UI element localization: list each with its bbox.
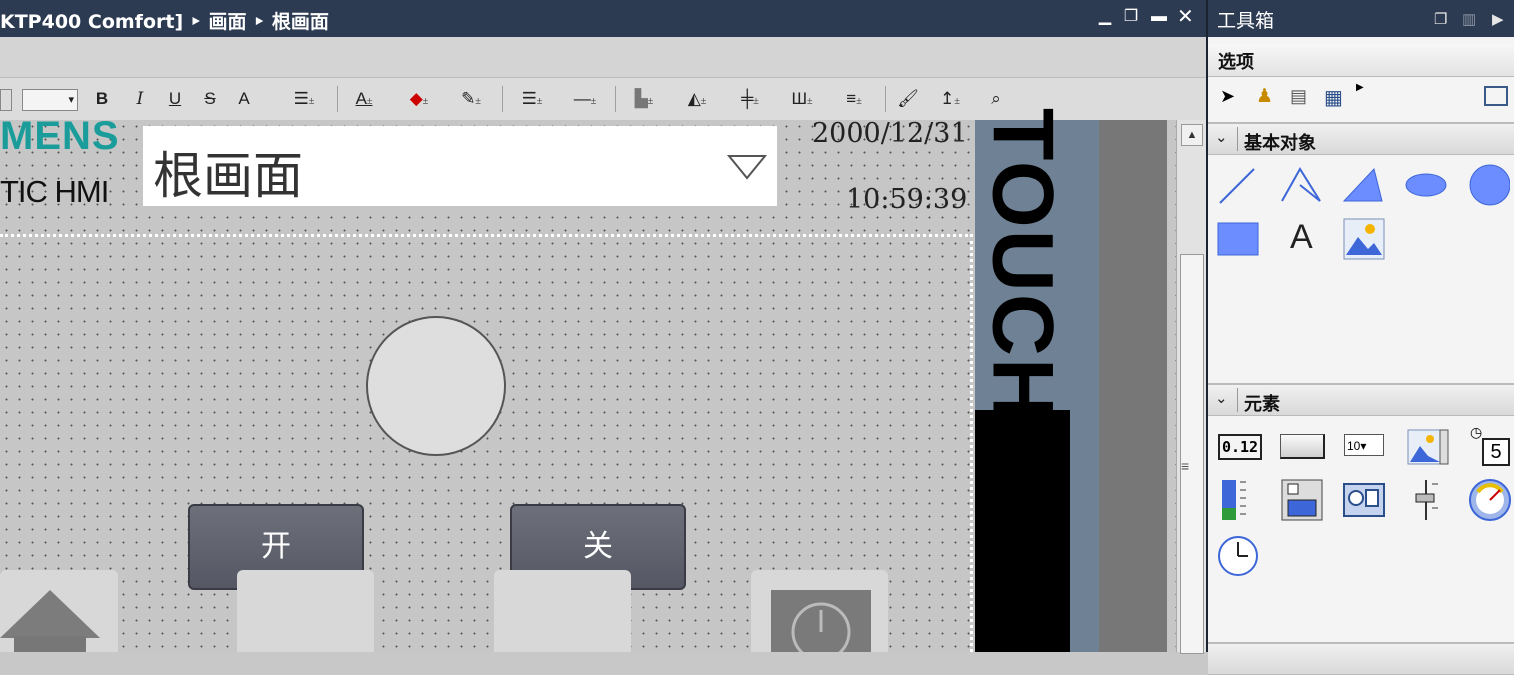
align-objects-icon[interactable]: ▙± [622, 88, 666, 110]
editor-title-bar: KTP400 Comfort] ‣ 画面 ‣ 根画面 ▁ ❐ ▬ ✕ [0, 0, 1206, 37]
scroll-thumb[interactable] [1180, 254, 1204, 654]
center-icon[interactable]: ╪± [728, 88, 772, 110]
properties-icon[interactable]: ▤ [1290, 86, 1307, 107]
line-width-icon[interactable]: ☰± [510, 88, 554, 110]
distribute-icon[interactable]: Ш± [780, 88, 824, 110]
toolbar-separator [502, 86, 503, 112]
toolbox-title-bar: 工具箱 ❐ ▥ ▶ [1208, 0, 1514, 37]
function-key-2[interactable] [237, 570, 374, 652]
circle-icon[interactable] [1466, 163, 1510, 207]
table-view-icon[interactable]: ▦ [1324, 85, 1343, 110]
slider-icon[interactable] [1406, 478, 1450, 522]
layer-order-icon[interactable]: ≡± [832, 88, 876, 110]
line-color-icon[interactable]: ✎± [450, 88, 492, 110]
time-display: 10:59:39 [846, 184, 968, 215]
line-style-icon[interactable]: —± [563, 88, 607, 110]
graphic-view-icon[interactable] [1342, 217, 1386, 261]
elements-label: 元素 [1244, 394, 1280, 415]
minimize-button[interactable]: ▁ [1097, 9, 1113, 25]
symbol-library-icon[interactable] [1280, 478, 1324, 522]
polygon-icon[interactable] [1340, 163, 1384, 207]
chevron-down-icon: ⌄ [1215, 390, 1228, 407]
screen-selector[interactable]: 根画面 [143, 126, 777, 206]
view-mode-icon[interactable] [1484, 86, 1508, 106]
scroll-up-icon[interactable]: ▲ [1181, 124, 1203, 146]
font-size-button[interactable]: A [234, 88, 254, 110]
io-field-icon[interactable]: 0.12 [1218, 434, 1262, 460]
breadcrumb[interactable]: KTP400 Comfort] ‣ 画面 ‣ 根画面 [0, 7, 329, 34]
maximize-button[interactable]: ▬ [1151, 9, 1167, 25]
user-icon[interactable]: ♟ [1256, 85, 1273, 108]
function-key-3[interactable] [494, 570, 631, 652]
date-time-field-icon[interactable]: ◷ 5 [1470, 424, 1510, 466]
function-key-home[interactable] [0, 570, 118, 652]
vertical-scrollbar[interactable]: ▲ ≡ [1176, 120, 1207, 654]
switch-icon[interactable] [1342, 478, 1386, 522]
float-icon[interactable]: ❐ [1434, 10, 1447, 28]
header-divider [1237, 388, 1238, 412]
bold-button[interactable]: B [92, 88, 112, 110]
underline-button[interactable]: U [165, 88, 185, 110]
button-element-icon[interactable] [1280, 434, 1325, 459]
elements-header[interactable]: ⌄ 元素 [1208, 383, 1514, 416]
font-box[interactable] [0, 89, 12, 111]
chevron-down-icon: ⌄ [1215, 129, 1228, 146]
italic-button[interactable]: I [130, 88, 150, 110]
next-section-header[interactable] [1208, 642, 1514, 675]
power-icon [771, 590, 871, 662]
toolbar-separator [337, 86, 338, 112]
zoom-icon[interactable]: ⌕ [982, 88, 1010, 110]
screen-name: 根画面 [153, 147, 303, 205]
grip-icon: ≡ [1181, 458, 1190, 474]
chevron-down-icon: ▾ [68, 94, 74, 106]
editor-strip [0, 37, 1206, 78]
line-icon[interactable] [1216, 163, 1260, 207]
clock-icon[interactable] [1216, 534, 1260, 578]
function-key-power[interactable] [751, 570, 888, 662]
basic-objects-header[interactable]: ⌄ 基本对象 [1208, 122, 1514, 155]
symbolic-io-icon[interactable]: 10▾ [1344, 434, 1384, 456]
rectangle-icon[interactable] [1216, 217, 1260, 261]
dropdown-triangle-icon [727, 155, 767, 180]
clock-small-icon: ◷ [1470, 424, 1483, 440]
toolbox-panel: 工具箱 ❐ ▥ ▶ 选项 ➤ ♟ ▤ ▦ ▶ ⌄ 基本对象 A ⌄ 元素 0.1… [1206, 0, 1514, 675]
gauge-icon[interactable] [1468, 478, 1512, 522]
clock-value: 5 [1482, 438, 1510, 466]
collapse-right-icon[interactable]: ▶ [1492, 10, 1504, 28]
touch-label: TOUCH [974, 107, 1071, 423]
brand-logo: MENS [0, 114, 120, 158]
restore-button[interactable]: ❐ [1123, 9, 1139, 25]
options-label: 选项 [1218, 52, 1254, 73]
text-field-icon[interactable]: A [1290, 218, 1313, 257]
bezel-edge [1070, 120, 1099, 652]
split-icon[interactable]: ▥ [1462, 10, 1476, 28]
toolbar-separator [615, 86, 616, 112]
pointer-icon[interactable]: ➤ [1220, 86, 1235, 107]
canvas-outside [1099, 120, 1167, 652]
graphic-io-icon[interactable] [1406, 426, 1450, 470]
header-divider [1237, 127, 1238, 151]
brand-subtitle: TIC HMI [0, 174, 109, 209]
touch-panel-black [975, 410, 1070, 652]
strikethrough-button[interactable]: S [200, 88, 220, 110]
fill-color-icon[interactable]: ◆± [398, 88, 440, 110]
toolbar-separator [885, 86, 886, 112]
home-arrow-icon [0, 590, 100, 652]
rotate-icon[interactable]: ◭± [675, 88, 719, 110]
date-display: 2000/12/31 [812, 118, 968, 149]
align-text-icon[interactable]: ☰± [286, 88, 322, 110]
toolbox-title: 工具箱 [1217, 10, 1275, 32]
indicator-circle[interactable] [366, 316, 506, 456]
more-arrow-icon[interactable]: ▶ [1356, 82, 1364, 93]
ellipse-icon[interactable] [1404, 163, 1448, 207]
basic-objects-label: 基本对象 [1244, 133, 1316, 154]
close-button[interactable]: ✕ [1177, 7, 1194, 27]
font-size-dropdown[interactable]: ▾ [22, 89, 78, 111]
font-color-icon[interactable]: A± [344, 88, 384, 110]
bar-icon[interactable] [1216, 478, 1260, 522]
format-painter-icon[interactable]: 🖌 [894, 88, 922, 110]
polyline-icon[interactable] [1278, 163, 1322, 207]
tab-order-icon[interactable]: ↥± [928, 88, 972, 110]
